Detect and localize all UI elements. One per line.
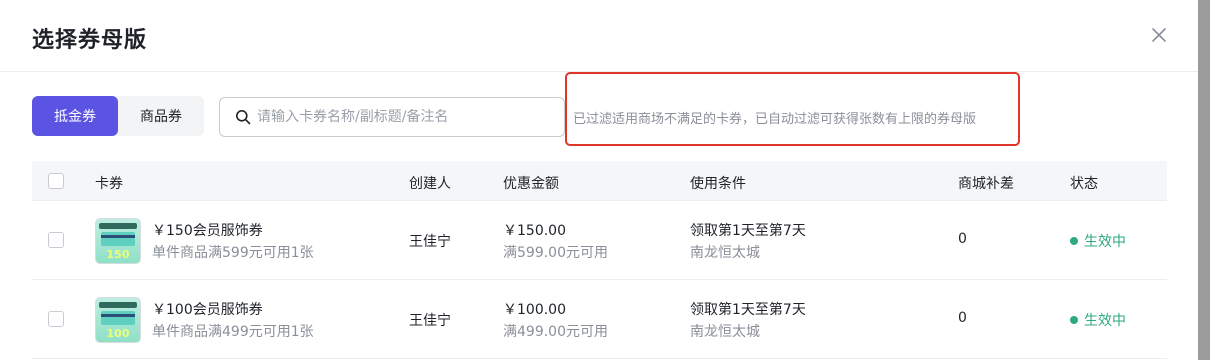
table-row[interactable]: 150 ￥150会员服饰券 单件商品满599元可用1张 王佳宁 ￥150.00 … <box>32 201 1167 280</box>
status-label: 生效中 <box>1084 234 1126 250</box>
discount-threshold: 满599.00元可用 <box>503 245 608 261</box>
search-input[interactable] <box>257 109 557 125</box>
creator: 王佳宁 <box>409 234 451 250</box>
status-dot-icon <box>1070 316 1078 324</box>
coupon-thumbnail: 100 <box>95 297 141 343</box>
dialog-title: 选择券母版 <box>32 28 148 53</box>
status-label: 生效中 <box>1084 313 1126 329</box>
mall-subsidy: 0 <box>958 231 967 247</box>
search-box <box>219 97 565 137</box>
coupon-type-tabs: 抵金券 商品券 <box>32 96 204 136</box>
close-icon[interactable] <box>1148 24 1170 46</box>
status-dot-icon <box>1070 237 1078 245</box>
tab-cash-coupon[interactable]: 抵金券 <box>32 96 118 136</box>
creator: 王佳宁 <box>409 313 451 329</box>
discount-threshold: 满499.00元可用 <box>503 324 608 340</box>
column-header-condition: 使用条件 <box>690 176 746 192</box>
dialog-header: 选择券母版 <box>0 0 1198 72</box>
table-row[interactable]: 100 ￥100会员服饰券 单件商品满499元可用1张 王佳宁 ￥100.00 … <box>32 280 1167 359</box>
select-all-checkbox[interactable] <box>48 173 64 189</box>
search-icon <box>236 110 251 125</box>
row-checkbox[interactable] <box>48 232 64 248</box>
column-header-discount: 优惠金额 <box>503 176 559 192</box>
row-checkbox[interactable] <box>48 311 64 327</box>
mall-subsidy: 0 <box>958 310 967 326</box>
usage-condition: 领取第1天至第7天 <box>690 302 806 318</box>
discount-amount: ￥150.00 <box>503 223 566 239</box>
column-header-creator: 创建人 <box>409 176 451 192</box>
column-header-coupon: 卡券 <box>95 176 123 192</box>
usage-condition: 领取第1天至第7天 <box>690 223 806 239</box>
column-header-status: 状态 <box>1070 176 1098 192</box>
column-header-subsidy: 商城补差 <box>958 176 1014 192</box>
discount-amount: ￥100.00 <box>503 302 566 318</box>
scrollbar[interactable] <box>1198 0 1210 360</box>
usage-mall: 南龙恒太城 <box>690 324 760 340</box>
coupon-template-dialog: 选择券母版 抵金券 商品券 已过滤适用商场不满足的卡券，已自动过滤可获得张数有上… <box>0 0 1198 360</box>
coupon-name: ￥150会员服饰券 <box>152 223 263 239</box>
thumbnail-amount: 100 <box>106 327 130 340</box>
coupon-name: ￥100会员服饰券 <box>152 302 263 318</box>
status-badge: 生效中 <box>1070 231 1126 251</box>
coupon-description: 单件商品满499元可用1张 <box>152 324 314 340</box>
tab-product-coupon[interactable]: 商品券 <box>118 96 204 136</box>
coupon-description: 单件商品满599元可用1张 <box>152 245 314 261</box>
status-badge: 生效中 <box>1070 310 1126 330</box>
thumbnail-amount: 150 <box>106 248 130 261</box>
coupon-table: 卡券 创建人 优惠金额 使用条件 商城补差 状态 150 ￥150会员服饰券 单… <box>32 161 1167 359</box>
usage-mall: 南龙恒太城 <box>690 245 760 261</box>
coupon-thumbnail: 150 <box>95 218 141 264</box>
table-header: 卡券 创建人 优惠金额 使用条件 商城补差 状态 <box>32 161 1167 201</box>
filter-hint-text: 已过滤适用商场不满足的卡券，已自动过滤可获得张数有上限的券母版 <box>573 112 977 127</box>
